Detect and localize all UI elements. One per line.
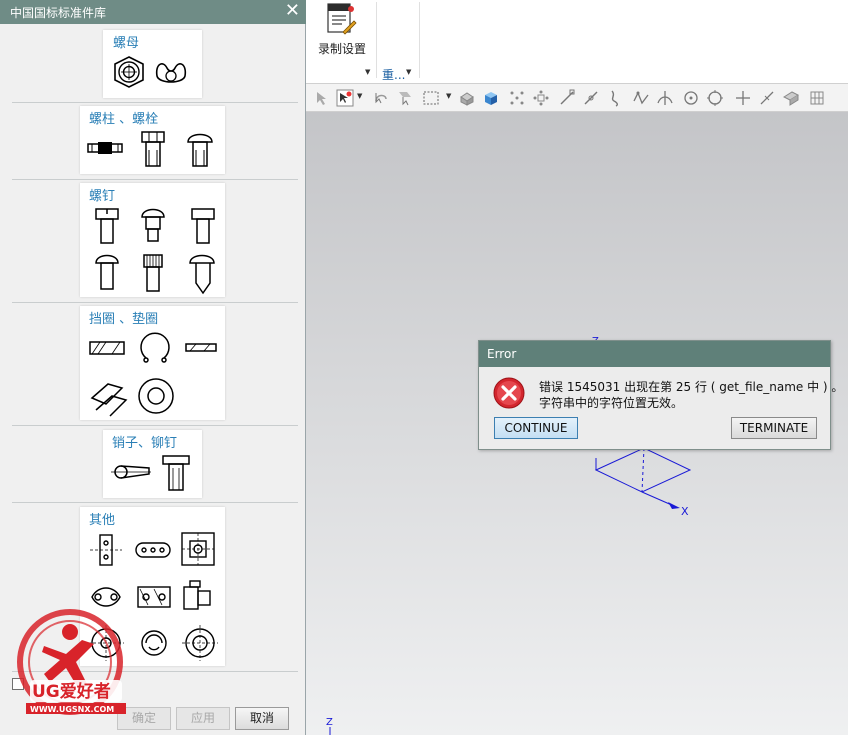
divider [419,2,420,78]
category-label: 螺母 [113,36,140,51]
solid-body-icon[interactable] [458,89,476,107]
rotate-select-icon[interactable] [372,89,390,107]
apply-button[interactable]: 应用 [176,707,230,730]
origin-z-axis-label: Z [326,717,333,728]
error-dialog-title: Error [479,341,830,367]
category-card-screws[interactable]: 螺钉 [80,183,225,297]
category-card-rings-washers[interactable]: 挡圈 、垫圈 [80,306,225,420]
point-on-face-icon[interactable] [782,89,800,107]
intersection-icon[interactable] [656,89,674,107]
watermark-url: WWW.UGSNX.COM [30,705,114,714]
snap-grid-icon[interactable] [508,89,526,107]
chevron-down-icon[interactable]: ▼ [446,92,451,100]
snap-center-icon[interactable] [532,89,550,107]
category-label: 销子、铆钉 [112,436,178,451]
close-icon[interactable]: ✕ [285,1,300,21]
watermark-brand: UG爱好者 [32,681,111,702]
x-axis-label: X [681,505,689,518]
point-on-curve-icon[interactable] [758,89,776,107]
snap-point-icon[interactable] [336,89,354,107]
category-card-nuts[interactable]: 螺母 [103,30,202,98]
error-icon [493,377,525,409]
select-filter-icon[interactable] [314,89,332,107]
divider [12,102,298,103]
select-face-icon[interactable] [396,89,414,107]
bounded-grid-icon[interactable] [808,89,826,107]
divider [12,425,298,426]
terminate-button[interactable]: TERMINATE [731,417,817,439]
cancel-button[interactable]: 取消 [235,707,289,730]
hex-nut-icon [114,56,187,88]
error-dialog: Error 错误 1545031 出现在第 25 行 ( get_file_na… [478,340,843,450]
divider [12,179,298,180]
existing-point-icon[interactable] [734,89,752,107]
ring-washer-icon [89,332,217,417]
chevron-down-icon[interactable]: ▼ [357,92,362,100]
error-message-line-1: 错误 1545031 出现在第 25 行 ( get_file_name 中 )… [539,380,844,394]
arc-center-icon[interactable] [682,89,700,107]
ugsnx-watermark-logo: UG爱好者 WWW.UGSNX.COM [17,609,126,715]
ribbon-toolbar: 录制设置 ▼ 重... ▼ [306,0,848,84]
snap-toolbar: ▼ ▼ [306,84,848,112]
category-list[interactable]: 螺母 螺柱 、螺栓 螺钉 挡圈 、垫圈 销子、铆钉 其他 [4,26,300,694]
control-point-icon[interactable] [632,89,650,107]
screw-set-icon [95,208,215,295]
panel-titlebar: 中国国标标准件库 ✕ [0,0,306,24]
category-label: 其他 [89,513,116,528]
category-card-pins-rivets[interactable]: 销子、铆钉 [103,430,202,498]
category-label: 螺柱 、螺栓 [89,112,159,127]
record-settings-label: 录制设置 [318,42,367,56]
curve-point-icon[interactable] [606,89,624,107]
divider [376,2,377,78]
divider [12,302,298,303]
endpoint-icon[interactable] [558,89,576,107]
record-settings-button[interactable]: 录制设置 [316,2,372,62]
pin-rivet-icon [111,455,190,491]
chevron-down-icon[interactable]: ▼ [365,68,370,76]
category-label: 挡圈 、垫圈 [89,312,159,327]
quadrant-point-icon[interactable] [706,89,724,107]
chevron-down-icon[interactable]: ▼ [406,68,411,76]
box-select-icon[interactable] [422,89,440,107]
category-card-studs-bolts[interactable]: 螺柱 、螺栓 [80,106,225,174]
record-settings-icon [327,3,357,35]
divider [12,502,298,503]
ribbon-group-label[interactable]: 重... [382,66,405,83]
error-message-line-2: 字符串中的字符位置无效。 [539,396,684,410]
stud-bolt-icon [87,131,213,167]
panel-title: 中国国标标准件库 [10,6,107,20]
cube-icon[interactable] [482,89,500,107]
midpoint-icon[interactable] [582,89,600,107]
continue-button[interactable]: CONTINUE [494,417,578,439]
category-label: 螺钉 [89,189,116,204]
